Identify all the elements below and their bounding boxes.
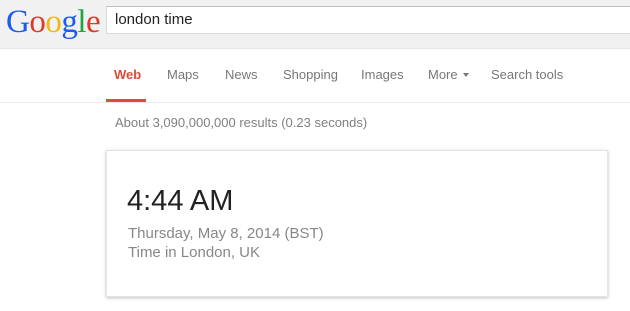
logo-letter: o [45,4,62,40]
search-box [106,6,630,34]
search-input[interactable] [115,7,615,33]
logo-letter: o [29,4,46,40]
tab-maps[interactable]: Maps [167,67,199,82]
logo-letter: g [61,4,78,40]
tab-news[interactable]: News [225,67,258,82]
logo-letter: l [77,4,87,40]
time-card: 4:44 AM Thursday, May 8, 2014 (BST) Time… [106,150,608,297]
tab-images[interactable]: Images [361,67,404,82]
current-time: 4:44 AM [127,185,234,217]
current-date: Thursday, May 8, 2014 (BST) [128,225,324,242]
header-bar: Google [0,0,630,49]
tab-shopping[interactable]: Shopping [283,67,338,82]
google-logo[interactable]: Google [6,3,101,41]
search-tools-button[interactable]: Search tools [491,67,563,82]
logo-letter: e [86,4,101,40]
chevron-down-icon [462,72,469,77]
tab-more-label: More [428,67,458,82]
time-location: Time in London, UK [128,244,261,261]
logo-letter: G [6,4,30,40]
result-stats: About 3,090,000,000 results (0.23 second… [115,115,368,130]
tab-web[interactable]: Web [114,67,141,82]
tab-more[interactable]: More [428,67,469,82]
search-nav: Web Maps News Shopping Images More Searc… [0,49,630,103]
active-tab-indicator [106,99,146,102]
